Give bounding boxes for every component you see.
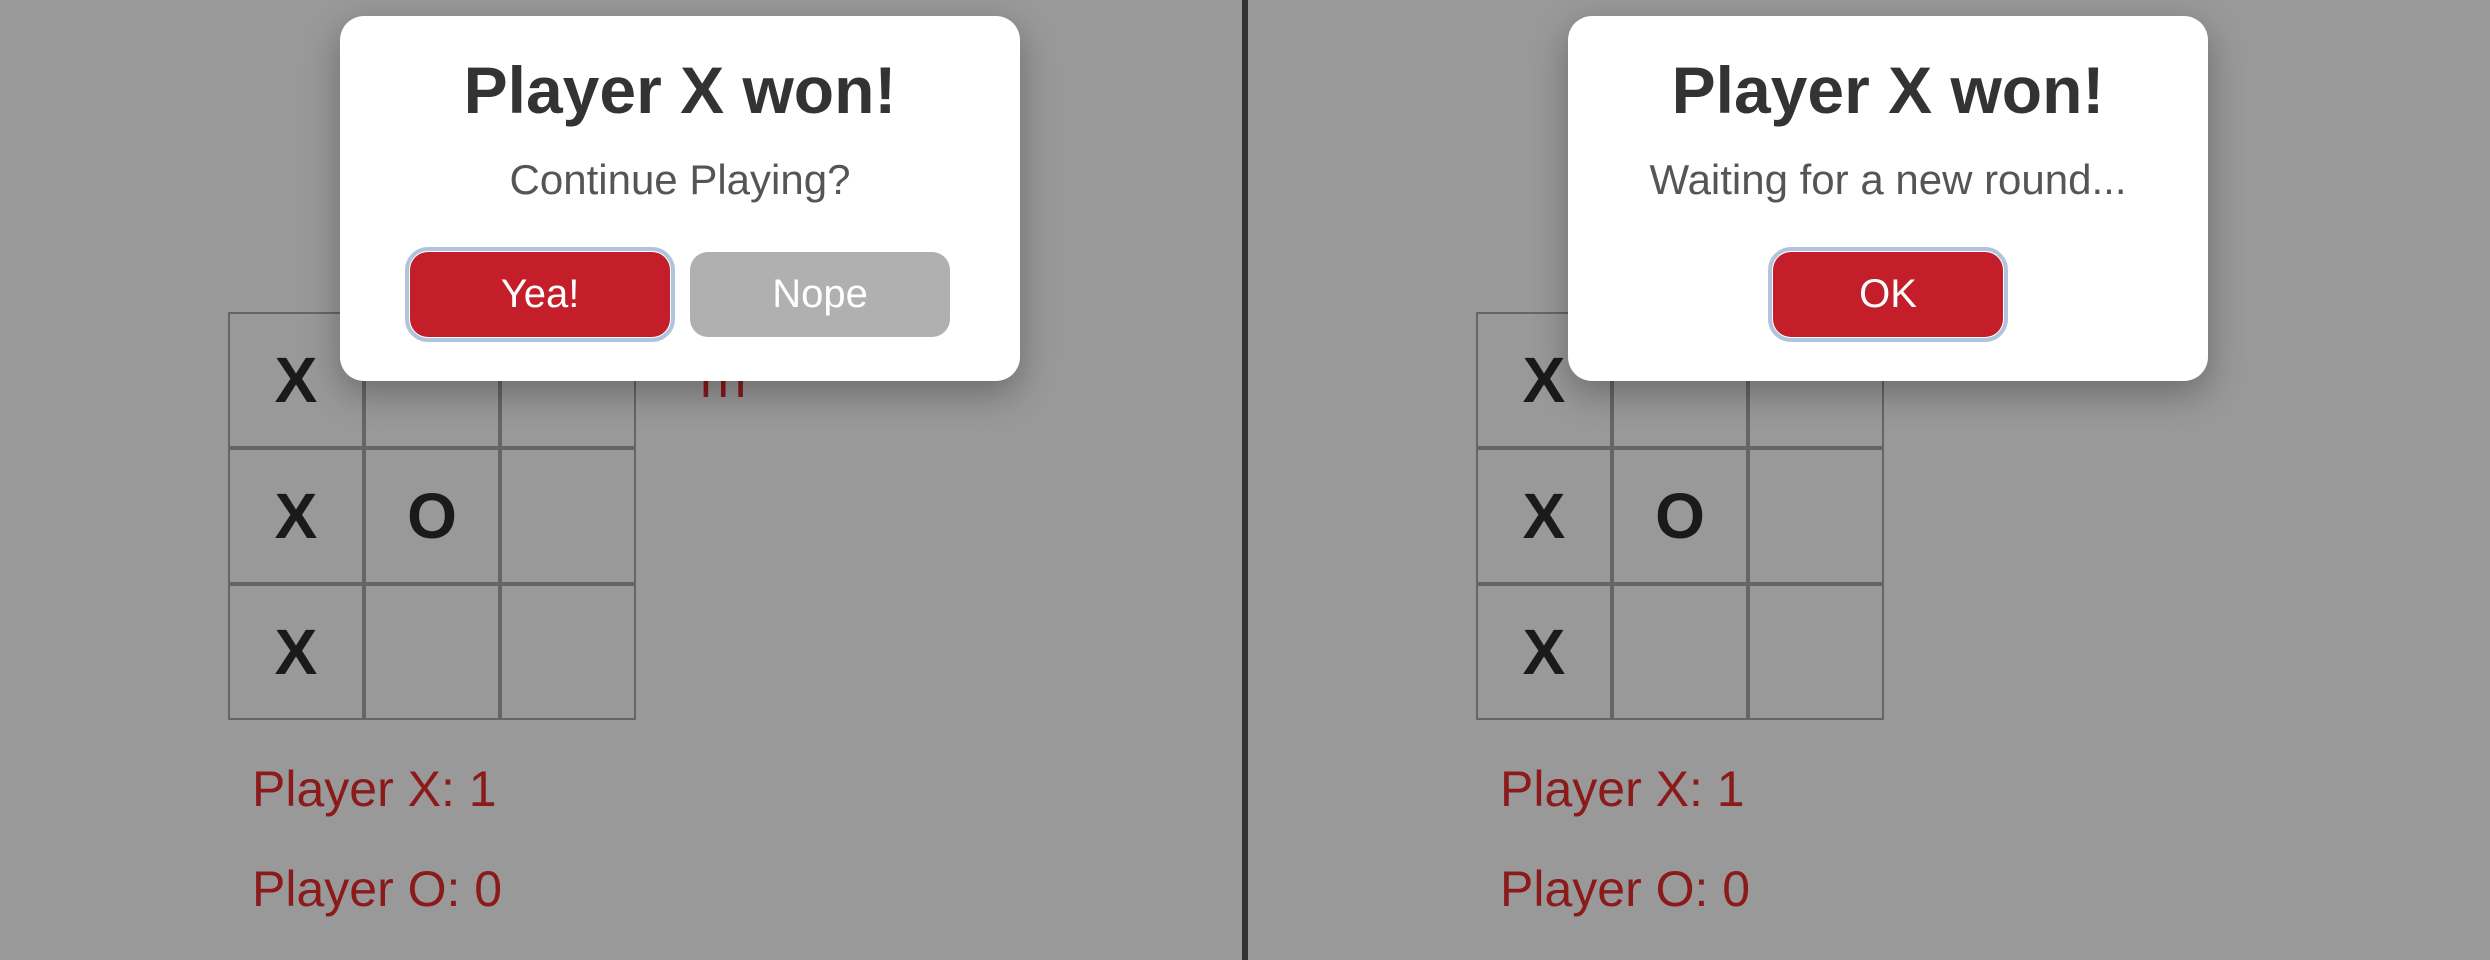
dialog-title: Player X won!	[1604, 52, 2172, 128]
right-pane: X X O X Player X: 1 Player O: 0 Player X…	[1248, 0, 2490, 960]
score-x-label: Player X:	[1500, 761, 1717, 817]
yes-button[interactable]: Yea!	[410, 252, 670, 337]
score-x-label: Player X:	[252, 761, 469, 817]
cell-6[interactable]: X	[1476, 584, 1612, 720]
score-player-x: Player X: 1	[1500, 760, 1745, 818]
cell-3[interactable]: X	[228, 448, 364, 584]
dialog-subtitle: Waiting for a new round...	[1604, 156, 2172, 204]
score-o-label: Player O:	[1500, 861, 1722, 917]
cell-5[interactable]	[500, 448, 636, 584]
cell-7[interactable]	[1612, 584, 1748, 720]
ok-button[interactable]: OK	[1773, 252, 2003, 337]
score-x-value: 1	[469, 761, 497, 817]
cell-8[interactable]	[500, 584, 636, 720]
score-o-value: 0	[474, 861, 502, 917]
score-x-value: 1	[1717, 761, 1745, 817]
score-o-label: Player O:	[252, 861, 474, 917]
cell-8[interactable]	[1748, 584, 1884, 720]
cell-7[interactable]	[364, 584, 500, 720]
cell-4[interactable]: O	[1612, 448, 1748, 584]
game-over-dialog: Player X won! Continue Playing? Yea! Nop…	[340, 16, 1020, 381]
cell-5[interactable]	[1748, 448, 1884, 584]
cell-3[interactable]: X	[1476, 448, 1612, 584]
no-button[interactable]: Nope	[690, 252, 950, 337]
score-player-o: Player O: 0	[252, 860, 502, 918]
score-player-o: Player O: 0	[1500, 860, 1750, 918]
cell-6[interactable]: X	[228, 584, 364, 720]
dialog-button-row: Yea! Nope	[376, 252, 984, 337]
dialog-subtitle: Continue Playing?	[376, 156, 984, 204]
cell-4[interactable]: O	[364, 448, 500, 584]
score-player-x: Player X: 1	[252, 760, 497, 818]
dialog-title: Player X won!	[376, 52, 984, 128]
waiting-dialog: Player X won! Waiting for a new round...…	[1568, 16, 2208, 381]
score-o-value: 0	[1722, 861, 1750, 917]
dialog-button-row: OK	[1604, 252, 2172, 337]
left-pane: X X O X rn Player X: 1 Player O: 0 Playe…	[0, 0, 1242, 960]
